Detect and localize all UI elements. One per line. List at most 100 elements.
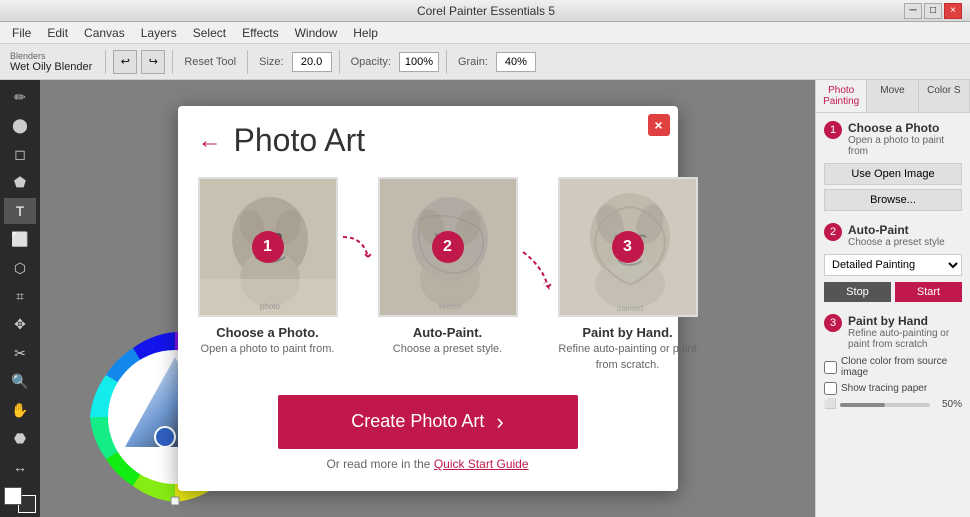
tool-scissors[interactable]: ✂ <box>4 340 36 366</box>
menu-canvas[interactable]: Canvas <box>76 24 133 42</box>
toolbar: Blenders Wet Oily Blender ↩ ↪ Reset Tool… <box>0 44 970 80</box>
section-2-number: 2 <box>824 223 842 241</box>
menu-select[interactable]: Select <box>185 24 234 42</box>
tool-shape[interactable]: ⬟ <box>4 169 36 195</box>
section-2-text: Auto-Paint Choose a preset style <box>848 223 945 248</box>
step-3-desc: Refine auto-painting or paint from scrat… <box>558 342 698 373</box>
tracing-paper-row: Show tracing paper <box>824 382 962 395</box>
tracing-paper-checkbox[interactable] <box>824 382 837 395</box>
stop-button[interactable]: Stop <box>824 282 891 302</box>
tool-clone[interactable]: ✥ <box>4 312 36 338</box>
menu-bar: File Edit Canvas Layers Select Effects W… <box>0 22 970 44</box>
tool-eraser[interactable]: ◻ <box>4 141 36 167</box>
step-1-info: Choose a Photo. Open a photo to paint fr… <box>198 317 338 357</box>
step-3-image: painted 3 <box>558 177 698 317</box>
back-button[interactable]: ← <box>198 129 222 153</box>
quick-start-prefix: Or read more in the <box>326 457 433 471</box>
reset-tool-label: Reset Tool <box>180 56 240 68</box>
svg-text:painted: painted <box>616 304 642 313</box>
steps-container: photo 1 Choose a Photo. Open a photo to … <box>178 167 678 383</box>
close-button[interactable]: × <box>944 3 962 19</box>
arrow-2 <box>518 177 558 297</box>
tool-text[interactable]: T <box>4 198 36 224</box>
clone-color-row: Clone color from source image <box>824 356 962 378</box>
tool-mirror[interactable]: ⬣ <box>4 426 36 452</box>
tracing-paper-label: Show tracing paper <box>841 383 927 394</box>
toolbar-separator-4 <box>339 50 340 74</box>
start-button[interactable]: Start <box>895 282 962 302</box>
tool-rect[interactable]: ⬜ <box>4 226 36 252</box>
step-1: photo 1 Choose a Photo. Open a photo to … <box>198 177 338 357</box>
section-1-text: Choose a Photo Open a photo to paint fro… <box>848 121 962 157</box>
create-photo-art-button[interactable]: Create Photo Art › <box>278 395 578 449</box>
tool-zoom[interactable]: 🔍 <box>4 369 36 395</box>
svg-text:photo: photo <box>259 302 280 311</box>
menu-file[interactable]: File <box>4 24 39 42</box>
step-1-number: 1 <box>252 231 284 263</box>
tool-pan[interactable]: ✋ <box>4 397 36 423</box>
step-2-desc: Choose a preset style. <box>378 342 518 357</box>
panel-section-1: 1 Choose a Photo Open a photo to paint f… <box>824 121 962 211</box>
title-bar: Corel Painter Essentials 5 ─ □ × <box>0 0 970 22</box>
use-open-image-button[interactable]: Use Open Image <box>824 163 962 185</box>
quick-start-link[interactable]: Quick Start Guide <box>434 457 529 471</box>
preset-select[interactable]: Detailed Painting <box>824 254 962 276</box>
svg-text:sketch: sketch <box>438 302 461 311</box>
browse-button[interactable]: Browse... <box>824 189 962 211</box>
color-swatches[interactable] <box>4 487 36 513</box>
photo-art-dialog: × ← Photo Art <box>178 106 678 491</box>
maximize-button[interactable]: □ <box>924 3 942 19</box>
menu-edit[interactable]: Edit <box>39 24 76 42</box>
opacity-slider-row: ⬜ 50% <box>824 399 962 410</box>
tool-fill[interactable]: ⬤ <box>4 112 36 138</box>
size-input[interactable] <box>292 52 332 72</box>
clone-color-label: Clone color from source image <box>841 356 962 378</box>
toolbar-undo-button[interactable]: ↩ <box>113 50 137 74</box>
section-1-subtitle: Open a photo to paint from <box>848 135 962 157</box>
menu-layers[interactable]: Layers <box>133 24 185 42</box>
grain-input[interactable] <box>496 52 536 72</box>
section-1-number: 1 <box>824 121 842 139</box>
opacity-slider[interactable] <box>840 403 930 407</box>
dialog-title: Photo Art <box>234 122 366 159</box>
create-btn-area: Create Photo Art › Or read more in the Q… <box>178 383 678 471</box>
section-1-header: 1 Choose a Photo Open a photo to paint f… <box>824 121 962 157</box>
toolbar-redo-button[interactable]: ↪ <box>141 50 165 74</box>
tool-transform[interactable]: ↔ <box>4 454 36 480</box>
tool-crop[interactable]: ⌗ <box>4 283 36 309</box>
tool-category: Blenders <box>10 51 92 61</box>
panel-content: 1 Choose a Photo Open a photo to paint f… <box>816 113 970 517</box>
menu-effects[interactable]: Effects <box>234 24 286 42</box>
create-btn-label: Create Photo Art <box>351 411 484 432</box>
toolbar-separator-2 <box>172 50 173 74</box>
create-btn-arrow-icon: › <box>496 409 503 435</box>
opacity-input[interactable] <box>399 52 439 72</box>
section-2-title: Auto-Paint <box>848 223 945 237</box>
main-area: ✏ ⬤ ◻ ⬟ T ⬜ ⬡ ⌗ ✥ ✂ 🔍 ✋ ⬣ ↔ <box>0 80 970 517</box>
clone-color-checkbox[interactable] <box>824 361 837 374</box>
window-title: Corel Painter Essentials 5 <box>68 4 904 18</box>
tab-move[interactable]: Move <box>867 80 918 112</box>
toolbar-separator-3 <box>247 50 248 74</box>
panel-section-2: 2 Auto-Paint Choose a preset style Detai… <box>824 223 962 302</box>
panel-tabs: Photo Painting Move Color S <box>816 80 970 113</box>
section-3-subtitle: Refine auto-painting or paint from scrat… <box>848 328 962 350</box>
window-controls[interactable]: ─ □ × <box>904 3 962 19</box>
step-2-number: 2 <box>432 231 464 263</box>
stop-start-row: Stop Start <box>824 282 962 302</box>
grain-label: Grain: <box>454 56 492 68</box>
menu-help[interactable]: Help <box>345 24 386 42</box>
section-3-header: 3 Paint by Hand Refine auto-painting or … <box>824 314 962 350</box>
canvas-area[interactable]: × ← Photo Art <box>40 80 815 517</box>
tab-color-sets[interactable]: Color S <box>919 80 970 112</box>
dialog-overlay: × ← Photo Art <box>40 80 815 517</box>
tool-lasso[interactable]: ⬡ <box>4 255 36 281</box>
menu-window[interactable]: Window <box>287 24 346 42</box>
tab-photo-painting[interactable]: Photo Painting <box>816 80 867 112</box>
dialog-close-button[interactable]: × <box>648 114 670 136</box>
dialog-header: ← Photo Art <box>178 106 678 167</box>
minimize-button[interactable]: ─ <box>904 3 922 19</box>
size-label: Size: <box>255 56 287 68</box>
step-2: sketch 2 Auto-Paint. Choose a preset sty… <box>378 177 518 357</box>
tool-brush[interactable]: ✏ <box>4 84 36 110</box>
